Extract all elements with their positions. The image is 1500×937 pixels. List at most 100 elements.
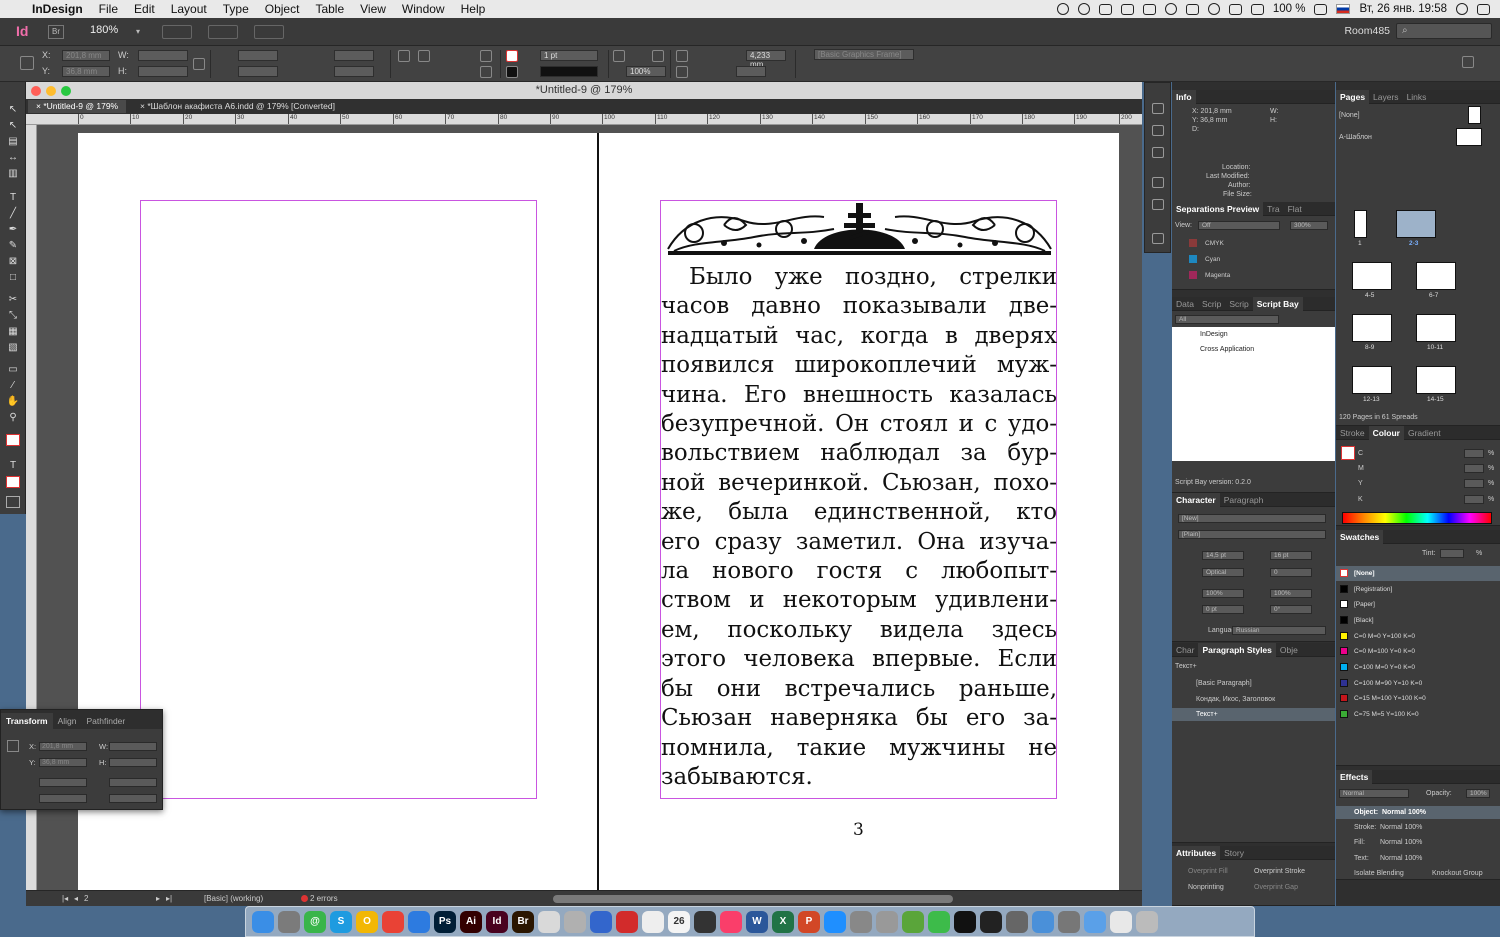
shear-field[interactable]: [109, 794, 157, 803]
align-icon[interactable]: [676, 66, 688, 78]
dock-app-icon[interactable]: [876, 910, 898, 933]
overprint-stroke-checkbox[interactable]: Overprint Stroke: [1254, 868, 1305, 875]
swatch-row[interactable]: C=100 M=90 Y=10 K=0: [1336, 676, 1500, 691]
zoom-level-field[interactable]: 180%: [76, 24, 136, 40]
reference-point-icon[interactable]: [20, 56, 34, 70]
drop-shadow-icon[interactable]: [613, 50, 625, 62]
body-text-story[interactable]: Было уже поздно, стрелки часов давно пок…: [661, 263, 1057, 792]
free-transform-tool-icon[interactable]: ⤡: [6, 310, 20, 322]
horizontal-ruler[interactable]: 0 10 20 30 40 50 60 70 80 90 100 110 120…: [26, 114, 1142, 125]
font-family-select[interactable]: [New]: [1178, 514, 1326, 523]
zoom-select[interactable]: 300%: [1290, 221, 1328, 230]
font-size-field[interactable]: 14,5 pt: [1202, 551, 1244, 560]
dock-app-icon[interactable]: O: [356, 910, 378, 933]
colour-spectrum[interactable]: [1342, 512, 1492, 524]
menu-type[interactable]: Type: [215, 2, 257, 16]
tab-layers[interactable]: Layers: [1369, 92, 1403, 102]
dock-app-icon[interactable]: X: [772, 910, 794, 933]
tab-swatches[interactable]: Swatches: [1336, 530, 1384, 544]
tab-story[interactable]: Story: [1220, 848, 1248, 858]
dock-app-icon[interactable]: [980, 910, 1002, 933]
dock-app-icon[interactable]: [954, 910, 976, 933]
script-filter-select[interactable]: All: [1175, 315, 1279, 324]
menu-table[interactable]: Table: [307, 2, 352, 16]
swatch-row[interactable]: [None]: [1336, 566, 1500, 581]
language-select[interactable]: Russian: [1232, 626, 1326, 635]
text-wrap-icon[interactable]: [676, 50, 688, 62]
dock-app-icon[interactable]: [1058, 910, 1080, 933]
tab-data-merge[interactable]: Data: [1172, 299, 1198, 309]
dock-app-icon[interactable]: @: [304, 910, 326, 933]
baseline-shift-field[interactable]: 0 pt: [1202, 605, 1244, 614]
tab-paragraph[interactable]: Paragraph: [1220, 495, 1268, 505]
dock-app-icon[interactable]: Ai: [460, 910, 482, 933]
page-thumb-selected[interactable]: [1396, 210, 1436, 238]
stroke-type-dropdown[interactable]: [540, 66, 598, 77]
overprint-fill-checkbox[interactable]: Overprint Fill: [1188, 868, 1228, 875]
scale-y-field[interactable]: [238, 66, 278, 77]
status-wifi-icon[interactable]: [1228, 3, 1242, 15]
flag-icon[interactable]: [1336, 4, 1351, 14]
last-page-button[interactable]: ▸|: [166, 894, 172, 903]
master-a-template[interactable]: А-Шаблон: [1339, 134, 1372, 141]
opacity-field[interactable]: 100%: [1466, 789, 1490, 798]
tree-folder-cross-application[interactable]: Cross Application: [1200, 346, 1254, 353]
height-field[interactable]: [109, 758, 157, 767]
width-field[interactable]: [109, 742, 157, 751]
nonprinting-checkbox[interactable]: Nonprinting: [1188, 884, 1224, 891]
constrain-proportions-icon[interactable]: [193, 58, 205, 70]
column-gap-field[interactable]: 4,233 mm: [746, 50, 786, 69]
workspace-switcher[interactable]: Room485: [1344, 25, 1390, 37]
isolate-blending-checkbox[interactable]: Isolate Blending: [1354, 870, 1404, 877]
status-power-icon[interactable]: [1185, 3, 1199, 15]
stroke-swatch-icon[interactable]: [506, 66, 518, 78]
menubar-clock[interactable]: Вт, 26 янв. 19:58: [1359, 3, 1447, 15]
apply-none-icon[interactable]: [6, 476, 20, 488]
page-number-field[interactable]: 2: [84, 894, 88, 903]
style-item[interactable]: Текст+: [1196, 711, 1218, 718]
menu-object[interactable]: Object: [257, 2, 308, 16]
tab-stroke[interactable]: Stroke: [1336, 428, 1369, 438]
right-page-text-frame[interactable]: Было уже поздно, стрелки часов давно пок…: [660, 200, 1057, 799]
tab-colour[interactable]: Colour: [1368, 426, 1404, 440]
character-styles-icon[interactable]: [1152, 199, 1164, 210]
rectangle-frame-tool-icon[interactable]: ⊠: [6, 256, 20, 268]
direct-selection-tool-icon[interactable]: ↖: [6, 120, 20, 132]
tab-transform[interactable]: Transform: [1, 713, 53, 729]
tab-untitled-9[interactable]: × *Untitled-9 @ 179%: [28, 100, 127, 113]
chevron-down-icon[interactable]: ▾: [136, 27, 140, 36]
status-cloud-icon[interactable]: [1120, 3, 1134, 15]
rotate-ccw-icon[interactable]: [418, 50, 430, 62]
tab-paragraph-styles[interactable]: Paragraph Styles: [1198, 643, 1276, 657]
vertical-scale-field[interactable]: 100%: [1202, 589, 1244, 598]
tab-pages[interactable]: Pages: [1336, 90, 1370, 104]
y-position-field[interactable]: 36,8 mm: [39, 758, 87, 767]
stroke-panel-icon[interactable]: [1152, 177, 1164, 188]
reference-point-icon[interactable]: [7, 740, 19, 752]
kerning-field[interactable]: Optical: [1202, 568, 1244, 577]
type-tool-icon[interactable]: T: [6, 192, 20, 204]
minimize-window-button[interactable]: [46, 86, 56, 96]
status-transfer-icon[interactable]: [1142, 3, 1156, 15]
tab-akathist-template[interactable]: × *Шаблон акафиста А6.indd @ 179% [Conve…: [132, 100, 343, 113]
dock-app-icon[interactable]: [850, 910, 872, 933]
style-item[interactable]: Кондак, Икос, Заголовок: [1196, 696, 1275, 703]
page-thumb[interactable]: [1352, 366, 1392, 394]
bridge-button[interactable]: Br: [48, 24, 64, 39]
menu-window[interactable]: Window: [394, 2, 453, 16]
page-thumb[interactable]: [1352, 314, 1392, 342]
flip-vertical-icon[interactable]: [480, 66, 492, 78]
tab-flattener[interactable]: Flat: [1284, 204, 1306, 214]
tab-pathfinder[interactable]: Pathfinder: [81, 713, 130, 729]
master-a-thumb[interactable]: [1456, 128, 1482, 146]
next-page-button[interactable]: ▸: [156, 894, 160, 903]
menu-edit[interactable]: Edit: [126, 2, 163, 16]
master-none-thumb[interactable]: [1468, 106, 1481, 124]
pasteboard[interactable]: Было уже поздно, стрелки часов давно пок…: [37, 125, 1142, 890]
menu-file[interactable]: File: [91, 2, 126, 16]
gradient-feather-tool-icon[interactable]: ▧: [6, 342, 20, 354]
swatch-row[interactable]: [Black]: [1336, 613, 1500, 628]
quick-apply-icon[interactable]: [1462, 56, 1474, 68]
y-position-field[interactable]: 36,8 mm: [62, 66, 110, 77]
flip-horizontal-icon[interactable]: [480, 50, 492, 62]
